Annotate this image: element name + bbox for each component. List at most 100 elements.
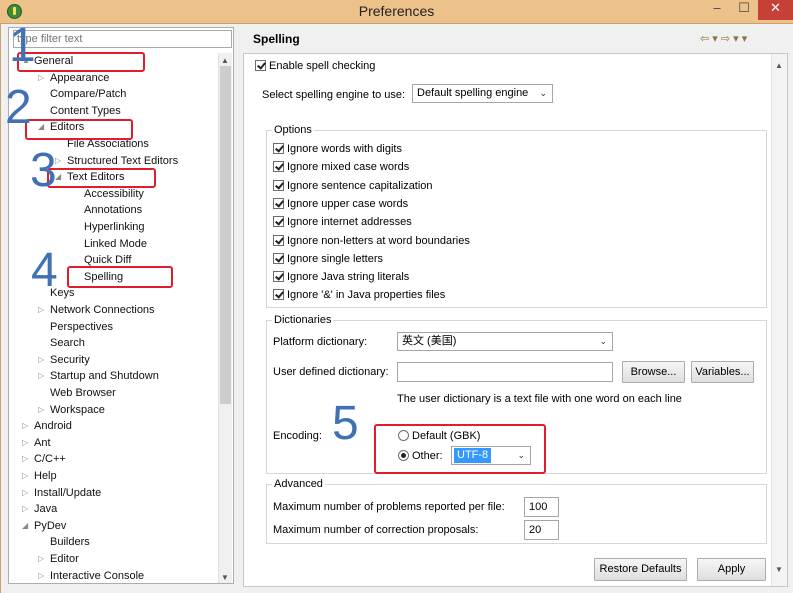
tree-item[interactable]: ▷ Editor — [0, 551, 216, 567]
expand-arrow-icon[interactable]: ▷ — [22, 451, 28, 467]
user-dict-hint: The user dictionary is a text file with … — [397, 393, 682, 405]
tree-item[interactable]: ▷ Android — [0, 418, 216, 434]
option-checkbox[interactable] — [273, 234, 284, 246]
tree-item[interactable]: ▷ C/C++ — [0, 451, 216, 467]
option-checkbox[interactable] — [273, 143, 284, 154]
tree-item[interactable]: Web Browser — [0, 385, 216, 401]
scroll-down-icon[interactable]: ▼ — [219, 572, 231, 583]
tree-item[interactable]: ▷ Workspace — [0, 402, 216, 418]
tree-item[interactable]: ▷ Help — [0, 468, 216, 484]
tree-item-label: Network Connections — [50, 304, 155, 316]
max-problems-input[interactable]: 100 — [524, 497, 559, 517]
option-label: Ignore mixed case words — [287, 161, 410, 174]
enable-spell-label: Enable spell checking — [269, 60, 376, 72]
tree-item[interactable]: ▷ Install/Update — [0, 485, 216, 501]
max-proposals-input[interactable]: 20 — [524, 520, 559, 540]
tree-item-label: Startup and Shutdown — [50, 370, 159, 383]
platform-dict-select[interactable]: 英文 (美国) ⌄ — [397, 332, 613, 351]
option-checkbox[interactable] — [273, 289, 284, 301]
advanced-title: Advanced — [272, 478, 325, 490]
settings-scrollbar[interactable] — [771, 54, 787, 586]
engine-select-value: Default spelling engine — [417, 87, 529, 99]
tree-item[interactable]: ▷ Java — [0, 501, 216, 517]
option-row[interactable]: Ignore '&' in Java properties files — [273, 287, 445, 303]
platform-dict-value: 英文 (美国) — [402, 335, 457, 347]
maximize-button[interactable]: ☐ — [731, 0, 757, 20]
tree-item[interactable]: ▷ Security — [0, 352, 216, 368]
max-problems-label: Maximum number of problems reported per … — [273, 501, 505, 513]
collapse-arrow-icon[interactable]: ◢ — [22, 518, 28, 534]
tree-item[interactable]: ▷ Interactive Console — [0, 568, 216, 584]
tree-item-label: Editor — [50, 553, 79, 565]
option-checkbox[interactable] — [273, 197, 284, 209]
tree-item-label: Annotations — [84, 204, 143, 217]
tree-item[interactable]: Hyperlinking — [0, 219, 216, 235]
tree-item[interactable]: Annotations — [0, 202, 216, 218]
browse-button[interactable]: Browse... — [622, 361, 685, 383]
restore-defaults-button[interactable]: Restore Defaults — [594, 558, 687, 581]
variables-button[interactable]: Variables... — [691, 361, 754, 383]
scroll-down-icon[interactable]: ▼ — [773, 564, 785, 575]
option-row[interactable]: Ignore mixed case words — [273, 159, 409, 175]
annotation-number-2: 2 — [5, 81, 32, 134]
option-checkbox[interactable] — [273, 271, 284, 283]
tree-item[interactable]: ▷ Ant — [0, 435, 216, 451]
expand-arrow-icon[interactable]: ▷ — [38, 551, 44, 567]
annotation-box-editors — [25, 119, 133, 140]
option-label: Ignore '&' in Java properties files — [287, 289, 446, 302]
annotation-number-3: 3 — [30, 144, 57, 197]
tree-item-label: Accessibility — [84, 187, 144, 200]
option-row[interactable]: Ignore single letters — [273, 251, 383, 267]
expand-arrow-icon[interactable]: ▷ — [22, 501, 28, 517]
option-checkbox[interactable] — [273, 216, 284, 228]
max-proposals-label: Maximum number of correction proposals: — [273, 524, 479, 536]
tree-item-label: Linked Mode — [84, 237, 147, 250]
history-nav-icon[interactable]: ⇦ ▾ ⇨ ▾ ▾ — [700, 32, 747, 45]
tree-item-label: C/C++ — [34, 453, 66, 466]
scroll-up-icon[interactable]: ▲ — [219, 55, 231, 66]
enable-spell-checking[interactable]: Enable spell checking — [255, 58, 375, 74]
option-row[interactable]: Ignore words with digits — [273, 141, 402, 157]
tree-item-label: Structured Text Editors — [67, 154, 179, 167]
platform-dict-label: Platform dictionary: — [273, 336, 368, 348]
expand-arrow-icon[interactable]: ▷ — [38, 402, 44, 418]
expand-arrow-icon[interactable]: ▷ — [22, 435, 28, 451]
expand-arrow-icon[interactable]: ▷ — [38, 368, 44, 384]
option-checkbox[interactable] — [273, 161, 284, 173]
option-label: Ignore Java string literals — [287, 271, 410, 284]
tree-item[interactable]: Builders — [0, 534, 216, 550]
tree-item[interactable]: ▷ Network Connections — [0, 302, 216, 318]
enable-spell-checkbox[interactable] — [255, 60, 266, 71]
expand-arrow-icon[interactable]: ▷ — [38, 302, 44, 318]
option-row[interactable]: Ignore upper case words — [273, 196, 408, 212]
tree-item[interactable]: Search — [0, 335, 216, 351]
expand-arrow-icon[interactable]: ▷ — [22, 418, 28, 434]
expand-arrow-icon[interactable]: ▷ — [22, 485, 28, 501]
tree-item-label: Help — [34, 470, 57, 482]
tree-scrollbar-thumb[interactable] — [220, 66, 231, 404]
engine-select[interactable]: Default spelling engine ⌄ — [412, 84, 553, 103]
tree-item[interactable]: Compare/Patch — [0, 86, 216, 102]
minimize-button[interactable]: – — [704, 0, 730, 20]
expand-arrow-icon[interactable]: ▷ — [38, 568, 44, 584]
close-button[interactable]: ✕ — [758, 0, 793, 20]
expand-arrow-icon[interactable]: ▷ — [38, 352, 44, 368]
tree-item[interactable]: Perspectives — [0, 319, 216, 335]
option-label: Ignore sentence capitalization — [287, 179, 433, 192]
expand-arrow-icon[interactable]: ▷ — [22, 468, 28, 484]
encoding-label: Encoding: — [273, 430, 322, 442]
tree-item[interactable]: ◢ PyDev — [0, 518, 216, 534]
option-row[interactable]: Ignore non-letters at word boundaries — [273, 233, 470, 249]
apply-button[interactable]: Apply — [697, 558, 766, 581]
option-row[interactable]: Ignore sentence capitalization — [273, 178, 433, 194]
tree-item[interactable]: ▷ Startup and Shutdown — [0, 368, 216, 384]
scroll-up-icon[interactable]: ▲ — [773, 60, 785, 71]
user-dict-input[interactable] — [397, 362, 613, 382]
option-row[interactable]: Ignore Java string literals — [273, 269, 409, 285]
option-row[interactable]: Ignore internet addresses — [273, 214, 412, 230]
tree-item[interactable]: Content Types — [0, 103, 216, 119]
filter-input[interactable] — [13, 30, 232, 48]
option-checkbox[interactable] — [273, 252, 284, 264]
option-checkbox[interactable] — [273, 179, 284, 191]
tree-item-label: Java — [34, 503, 58, 516]
